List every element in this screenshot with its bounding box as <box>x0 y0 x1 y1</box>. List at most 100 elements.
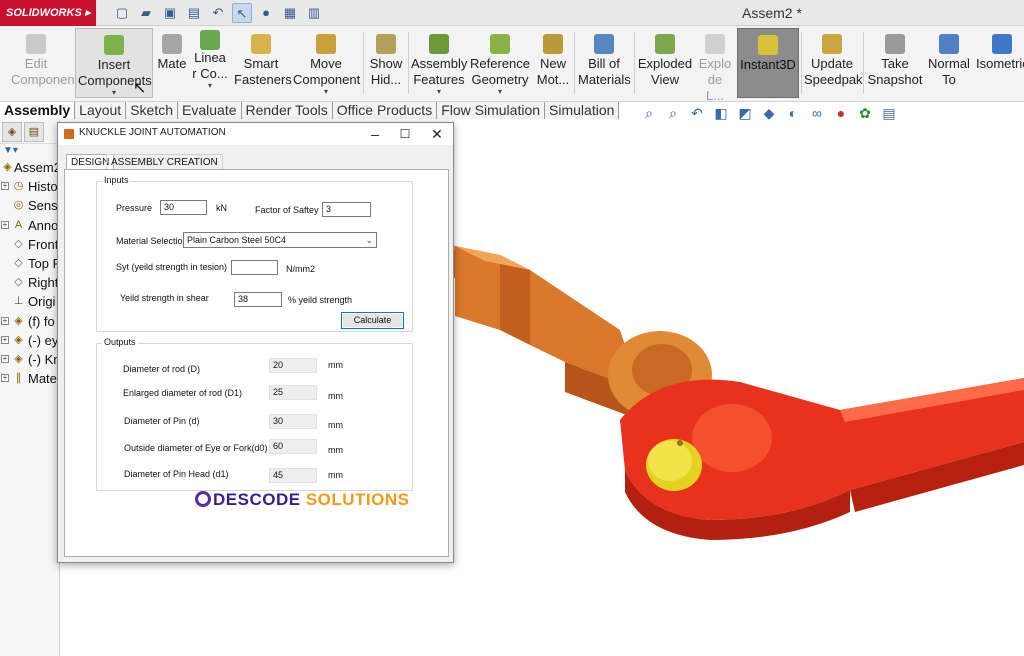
syt-input[interactable] <box>231 260 278 275</box>
tree-item-knuckle-pin[interactable]: + ◈ (-) Kn <box>0 350 59 369</box>
reference-geometry-button[interactable]: Reference Geometry ▾ <box>469 28 531 98</box>
inputs-legend: Inputs <box>102 175 131 185</box>
history-icon: ◷ <box>13 180 24 193</box>
tab-office-products[interactable]: Office Products <box>332 102 438 119</box>
tree-item-top-plane[interactable]: ◇ Top P <box>0 254 59 273</box>
dropdown-arrow-icon[interactable]: ▾ <box>190 82 230 90</box>
tab-layout[interactable]: Layout <box>75 102 127 119</box>
insert-components-icon <box>104 35 124 55</box>
output-unit: mm <box>328 445 343 455</box>
smart-fasteners-button[interactable]: Smart Fasteners <box>232 28 292 98</box>
calculate-button[interactable]: Calculate <box>341 312 404 329</box>
filter-icon[interactable]: ▼▾ <box>0 144 59 158</box>
exploded-view-button[interactable]: Exploded View <box>636 28 694 98</box>
eye-outside-diameter-output[interactable]: 60 <box>269 439 317 454</box>
expand-icon[interactable]: + <box>1 316 9 325</box>
output-label: Diameter of Pin (d) <box>124 416 200 426</box>
factor-of-safety-input[interactable]: 3 <box>322 202 371 217</box>
take-snapshot-button[interactable]: Take Snapshot <box>865 28 925 98</box>
minimize-icon[interactable]: – <box>360 124 390 144</box>
file-properties-icon[interactable]: ▦ <box>280 3 300 23</box>
new-document-icon[interactable]: ▢ <box>112 3 132 23</box>
linear-pattern-button[interactable]: Linea r Co... ▾ <box>190 28 230 98</box>
title-bar: SOLIDWORKS ▸ ▢ ▰ ▣ ▤ ↶ ↖ ● ▦ ▥ Assem2 * <box>0 0 1024 26</box>
output-unit: mm <box>328 391 343 401</box>
bill-of-materials-button[interactable]: Bill of Materials <box>576 28 632 98</box>
property-manager-tab-icon[interactable]: ▤ <box>24 122 44 142</box>
tab-sketch[interactable]: Sketch <box>126 102 179 119</box>
move-component-button[interactable]: Move Component ▾ <box>291 28 361 98</box>
plane-icon: ◇ <box>14 237 23 250</box>
rod-diameter-output[interactable]: 20 <box>269 358 317 373</box>
assembly-features-button[interactable]: Assembly Features ▾ <box>410 28 468 98</box>
pressure-label: Pressure <box>116 203 153 213</box>
expand-icon[interactable]: + <box>1 335 9 344</box>
tree-item-history[interactable]: + ◷ Histo <box>0 177 59 196</box>
dropdown-arrow-icon[interactable]: ▾ <box>469 88 531 96</box>
exploded-view-icon <box>655 34 675 54</box>
tree-item-origin[interactable]: ⊥ Origi <box>0 292 59 311</box>
dropdown-arrow-icon[interactable]: ▾ <box>410 88 468 96</box>
tab-render-tools[interactable]: Render Tools <box>241 102 333 119</box>
tree-item-mates[interactable]: + ∥ Mate <box>0 369 59 388</box>
chevron-down-icon: ⌄ <box>365 235 373 245</box>
tree-item-fork[interactable]: + ◈ (f) fo <box>0 312 59 331</box>
tree-item-annotations[interactable]: + A Anno <box>0 216 59 235</box>
tab-flow-simulation[interactable]: Flow Simulation <box>437 102 546 119</box>
update-speedpak-icon <box>822 34 842 54</box>
print-icon[interactable]: ▤ <box>184 3 204 23</box>
pin-head-diameter-output[interactable]: 45 <box>269 468 317 483</box>
enlarged-rod-diameter-output[interactable]: 25 <box>269 385 317 400</box>
quick-access-toolbar: ▢ ▰ ▣ ▤ ↶ ↖ ● ▦ ▥ <box>112 3 324 23</box>
dialog-title-bar: KNUCKLE JOINT AUTOMATION – ☐ ✕ <box>58 123 453 145</box>
command-manager-ribbon: Edit Component Insert Components ▾ Mate … <box>0 26 1024 103</box>
tree-item-eye[interactable]: + ◈ (-) ey <box>0 331 59 350</box>
select-pointer-icon[interactable]: ↖ <box>232 3 252 23</box>
ribbon-separator <box>408 32 409 94</box>
new-motion-study-button[interactable]: New Mot... <box>534 28 572 98</box>
mouse-cursor-icon: ↖ <box>133 80 147 97</box>
sensors-icon: ◎ <box>13 199 24 212</box>
mate-button[interactable]: Mate <box>155 28 189 98</box>
solidworks-logo[interactable]: SOLIDWORKS ▸ <box>0 0 96 26</box>
annotations-icon: A <box>14 218 23 231</box>
undo-icon[interactable]: ↶ <box>208 3 228 23</box>
feature-tree-tab-icon[interactable]: ◈ <box>2 122 22 142</box>
tab-evaluate[interactable]: Evaluate <box>178 102 242 119</box>
show-hidden-icon <box>376 34 396 54</box>
open-folder-icon[interactable]: ▰ <box>136 3 156 23</box>
outputs-legend: Outputs <box>102 337 138 347</box>
maximize-icon[interactable]: ☐ <box>390 124 420 144</box>
expand-icon[interactable]: + <box>1 220 9 229</box>
explode-line-sketch-button[interactable]: Explo de L... <box>695 28 735 103</box>
tab-assembly[interactable]: Assembly <box>0 102 76 119</box>
tab-simulation[interactable]: Simulation <box>545 102 620 119</box>
tree-item-assem2[interactable]: ◈ Assem2 <box>0 158 59 177</box>
rebuild-icon[interactable]: ● <box>256 3 276 23</box>
expand-icon[interactable]: + <box>1 374 9 383</box>
pressure-input[interactable]: 30 <box>160 200 207 215</box>
material-selection-dropdown[interactable]: Plain Carbon Steel 50C4 ⌄ <box>183 232 377 248</box>
show-hidden-button[interactable]: Show Hid... <box>366 28 406 98</box>
dropdown-arrow-icon[interactable]: ▾ <box>291 88 361 96</box>
tree-item-sensors[interactable]: ◎Senso <box>0 196 59 215</box>
edit-component-button[interactable]: Edit Component <box>0 28 78 98</box>
inputs-group: Inputs Pressure 30 kN Factor of Saftey 3… <box>96 175 413 332</box>
tree-item-right-plane[interactable]: ◇ Right <box>0 273 59 292</box>
tree-item-front-plane[interactable]: ◇ Front <box>0 235 59 254</box>
expand-icon[interactable]: + <box>1 182 9 191</box>
close-icon[interactable]: ✕ <box>422 124 452 144</box>
instant3d-button[interactable]: Instant3D <box>737 28 799 98</box>
isometric-button[interactable]: Isometric <box>974 28 1024 98</box>
shear-strength-input[interactable]: 38 <box>234 292 282 307</box>
normal-to-button[interactable]: Normal To <box>926 28 972 98</box>
pin-diameter-output[interactable]: 30 <box>269 414 317 429</box>
save-icon[interactable]: ▣ <box>160 3 180 23</box>
part-icon: ◈ <box>14 352 23 365</box>
mates-icon: ∥ <box>15 372 22 385</box>
tab-assembly-creation[interactable]: ASSEMBLY CREATION <box>106 154 223 170</box>
update-speedpak-button[interactable]: Update Speedpak <box>803 28 863 98</box>
outputs-group: Outputs Diameter of rod (D) 20 mm Enlarg… <box>96 337 413 491</box>
expand-icon[interactable]: + <box>1 354 9 363</box>
options-icon[interactable]: ▥ <box>304 3 324 23</box>
